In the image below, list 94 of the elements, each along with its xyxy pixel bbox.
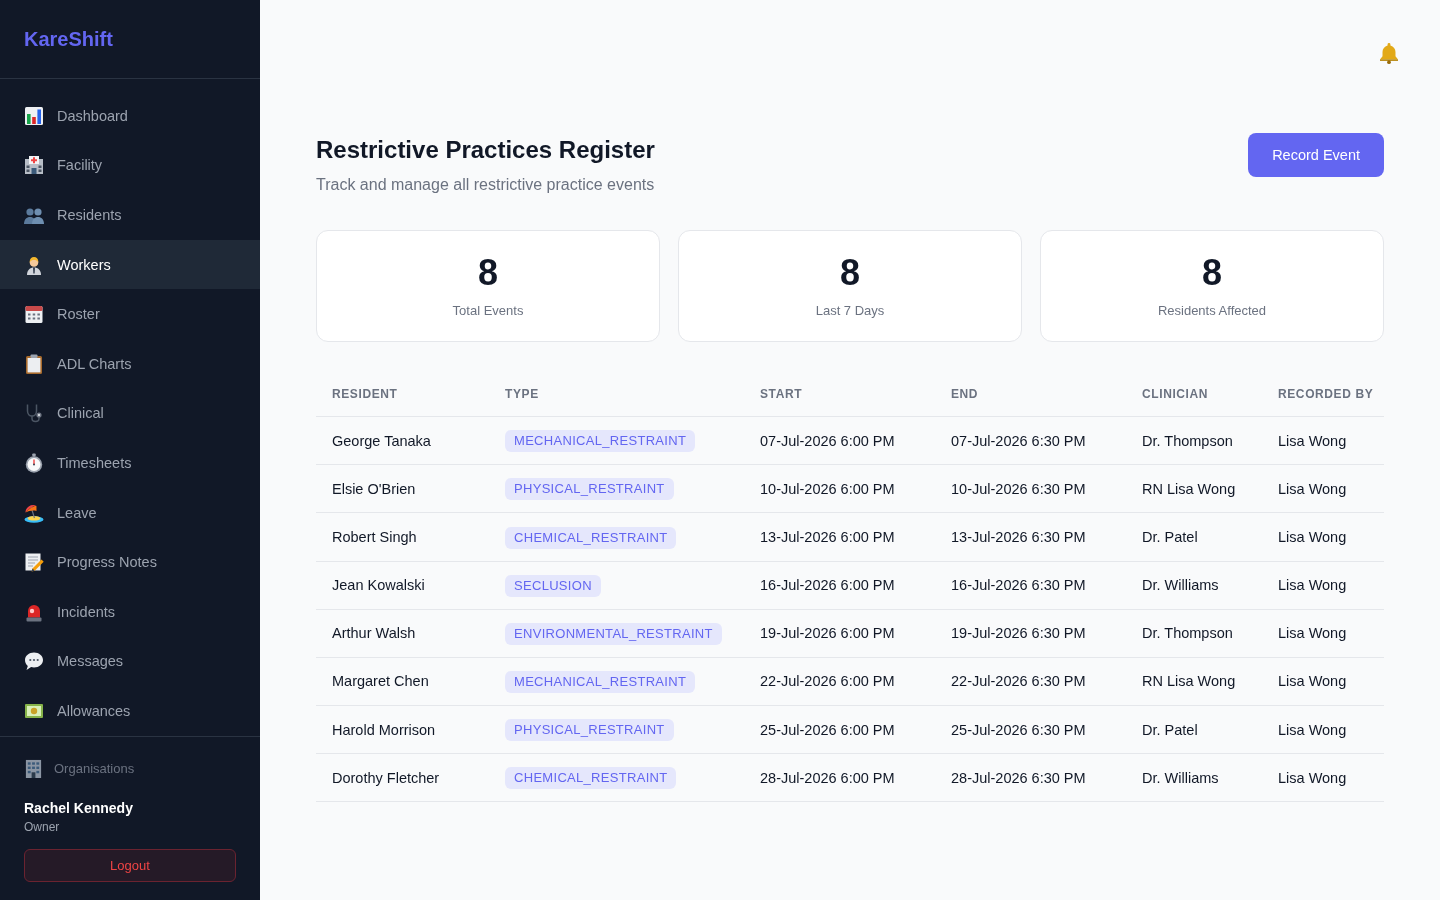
table-cell: 25-Jul-2026 6:30 PM	[935, 705, 1126, 754]
bell-icon[interactable]	[1378, 42, 1400, 64]
table-cell: Dr. Thompson	[1126, 416, 1262, 465]
nav-item[interactable]: Facility	[0, 140, 260, 191]
table-cell: 28-Jul-2026 6:30 PM	[935, 753, 1126, 802]
column-header: RESIDENT	[316, 373, 489, 417]
speech-bubble-icon	[24, 651, 44, 672]
table-cell: Dorothy Fletcher	[316, 753, 489, 802]
two-people-icon	[24, 205, 44, 225]
nav-item[interactable]: Dashboard	[0, 91, 260, 141]
table-cell: RN Lisa Wong	[1126, 657, 1262, 706]
app-logo[interactable]: KareShift	[24, 28, 113, 50]
column-header: END	[935, 373, 1126, 417]
table-cell: Elsie O'Brien	[316, 464, 489, 513]
nav-item[interactable]: Timesheets	[0, 438, 260, 488]
table-cell: Dr. Patel	[1126, 705, 1262, 754]
table-cell: Dr. Patel	[1126, 512, 1262, 561]
table-cell: Arthur Walsh	[316, 609, 489, 658]
table-cell: 16-Jul-2026 6:00 PM	[744, 561, 935, 610]
stat-value: 8	[478, 253, 498, 293]
table-cell: Dr. Williams	[1126, 561, 1262, 610]
table-cell: 25-Jul-2026 6:00 PM	[744, 705, 935, 754]
notepad-pencil-icon	[24, 552, 44, 573]
record-event-button[interactable]: Record Event	[1248, 133, 1384, 177]
organisations-link[interactable]: Organisations	[24, 757, 135, 779]
type-tag: MECHANICAL_RESTRAINT	[505, 671, 696, 694]
bar-chart-icon	[24, 105, 44, 126]
table-cell: Lisa Wong	[1262, 416, 1384, 465]
table-cell: Lisa Wong	[1262, 512, 1384, 561]
beach-umbrella-icon	[24, 502, 44, 523]
table-cell: Lisa Wong	[1262, 705, 1384, 754]
person-icon	[24, 254, 44, 275]
table-cell: Harold Morrison	[316, 705, 489, 754]
calendar-icon	[24, 304, 44, 325]
stopwatch-icon	[24, 452, 44, 473]
nav-item[interactable]: Clinical	[0, 388, 260, 439]
table-cell: 13-Jul-2026 6:30 PM	[935, 512, 1126, 561]
column-header: RECORDED BY	[1262, 373, 1384, 417]
type-tag: SECLUSION	[505, 574, 601, 597]
user-role: Owner	[24, 819, 61, 835]
type-tag: ENVIRONMENTAL_RESTRAINT	[505, 622, 722, 645]
nav-item[interactable]: Allowances	[0, 686, 260, 736]
nav-item[interactable]: Roster	[0, 289, 260, 339]
nav-item[interactable]: Workers	[0, 239, 260, 290]
stat-label: Total Events	[452, 302, 524, 320]
table-cell: 19-Jul-2026 6:30 PM	[935, 609, 1126, 658]
type-tag: PHYSICAL_RESTRAINT	[505, 478, 674, 501]
column-header: CLINICIAN	[1126, 373, 1262, 417]
table-cell: 10-Jul-2026 6:30 PM	[935, 464, 1126, 513]
nav-item[interactable]: Incidents	[0, 586, 260, 637]
type-tag: CHEMICAL_RESTRAINT	[505, 526, 677, 549]
column-header: TYPE	[489, 373, 744, 417]
nav-item[interactable]: ADL Charts	[0, 338, 260, 389]
table-cell: Margaret Chen	[316, 657, 489, 706]
clipboard-icon	[24, 353, 44, 374]
nav-item[interactable]: Leave	[0, 487, 260, 538]
stat-value: 8	[840, 253, 860, 293]
page-title: Restrictive Practices Register	[316, 135, 655, 165]
table-cell: 16-Jul-2026 6:30 PM	[935, 561, 1126, 610]
table-cell: Lisa Wong	[1262, 464, 1384, 513]
stat-value: 8	[1202, 253, 1222, 293]
stat-label: Residents Affected	[1157, 302, 1267, 320]
column-header: START	[744, 373, 935, 417]
table-cell: 28-Jul-2026 6:00 PM	[744, 753, 935, 802]
table-cell: 07-Jul-2026 6:30 PM	[935, 416, 1126, 465]
logout-button[interactable]: Logout	[24, 849, 236, 882]
table-cell: George Tanaka	[316, 416, 489, 465]
table-cell: 10-Jul-2026 6:00 PM	[744, 464, 935, 513]
table-cell: Jean Kowalski	[316, 561, 489, 610]
table-cell: 07-Jul-2026 6:00 PM	[744, 416, 935, 465]
stethoscope-icon	[24, 403, 44, 424]
table-cell: Dr. Williams	[1126, 753, 1262, 802]
table-cell: 19-Jul-2026 6:00 PM	[744, 609, 935, 658]
nav-item[interactable]: Residents	[0, 190, 260, 240]
table-cell: 13-Jul-2026 6:00 PM	[744, 512, 935, 561]
table-cell: Lisa Wong	[1262, 561, 1384, 610]
table-cell: 22-Jul-2026 6:30 PM	[935, 657, 1126, 706]
type-tag: PHYSICAL_RESTRAINT	[505, 719, 674, 742]
table-cell: Dr. Thompson	[1126, 609, 1262, 658]
table-cell: Lisa Wong	[1262, 753, 1384, 802]
table-cell: Robert Singh	[316, 512, 489, 561]
office-building-icon	[24, 758, 43, 778]
page-subtitle: Track and manage all restrictive practice events	[316, 175, 655, 195]
type-tag: CHEMICAL_RESTRAINT	[505, 767, 677, 790]
table-cell: RN Lisa Wong	[1126, 464, 1262, 513]
hospital-icon	[24, 155, 44, 176]
user-name: Rachel Kennedy	[24, 799, 134, 817]
table-cell: Lisa Wong	[1262, 657, 1384, 706]
table-cell: Lisa Wong	[1262, 609, 1384, 658]
stat-label: Last 7 Days	[815, 302, 885, 320]
nav-item[interactable]: Progress Notes	[0, 537, 260, 587]
nav-item[interactable]: Messages	[0, 636, 260, 687]
type-tag: MECHANICAL_RESTRAINT	[505, 430, 696, 453]
table-cell: 22-Jul-2026 6:00 PM	[744, 657, 935, 706]
